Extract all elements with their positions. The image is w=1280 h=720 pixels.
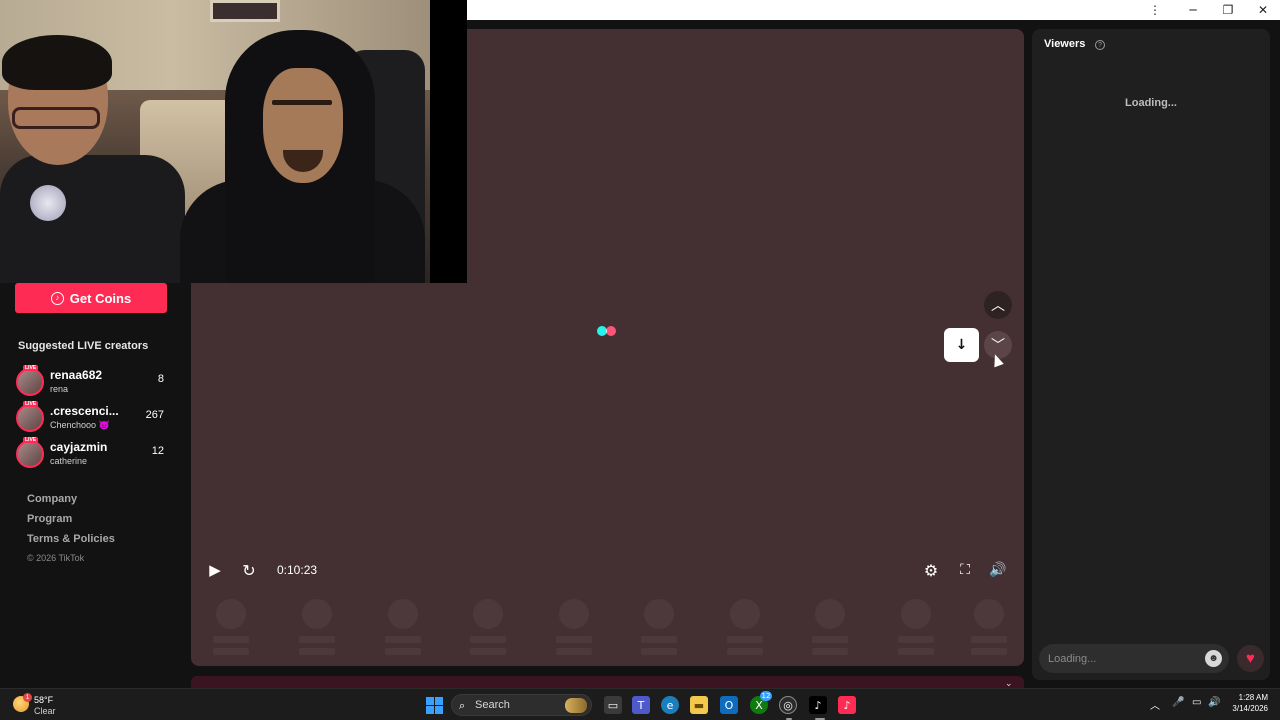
webcam-overlay [0,0,467,283]
fullscreen-icon: ⛶ [960,562,970,578]
viewer-count: 267 [145,409,164,421]
outlook-icon[interactable]: O [720,696,738,714]
creator-nickname: rena [50,384,69,394]
tiktok-icon[interactable]: ♪ [809,696,827,714]
show-hidden-icons[interactable]: ︿ [1150,697,1160,712]
refresh-button[interactable]: ↻ [239,556,259,584]
clock-date: 3/14/2026 [1232,704,1268,713]
heart-icon[interactable]: ♥ [1237,645,1264,672]
avatar [16,440,44,468]
play-button[interactable]: ▶ [205,556,225,584]
gift-bar-placeholder [191,594,1024,666]
settings-button[interactable]: ⚙ [921,556,941,584]
xbox-badge: 12 [760,691,772,701]
app-window: ⋮ ─ ❐ ✕ ♪ Get Coins Suggested LIVE creat… [0,0,1280,689]
gift-skeleton [211,599,251,659]
start-button[interactable] [425,696,443,714]
speaker-icon: 🔊 [989,562,1007,578]
clock-time: 1:28 AM [1238,693,1268,702]
minimize-icon[interactable]: ─ [1176,0,1210,20]
network-icon[interactable]: ▭ [1192,697,1201,708]
gift-skeleton [639,599,679,659]
creator-nickname: Chenchooo 😈 [50,420,110,430]
search-label: Search [475,699,510,711]
creator-name: .crescenci... [50,404,119,418]
elapsed-time: 0:10:23 [277,563,318,577]
volume-button[interactable]: 🔊 [988,556,1008,584]
creator-item[interactable]: LIVE .crescenci... Chenchooo 😈 267 [16,401,168,436]
coin-icon: ♪ [50,291,64,305]
player-controls: ▶ ↻ 0:10:23 ⚙ ⛶ 🔊 [191,556,1024,584]
previous-live-button[interactable]: ︿ [984,291,1012,319]
creator-name: renaa682 [50,368,103,382]
gift-skeleton [725,599,765,659]
copyright-text: © 2026 TikTok [27,553,85,563]
refresh-icon: ↻ [242,560,256,580]
live-badge: LIVE [23,437,39,443]
webcam-feed [0,0,430,283]
question-icon[interactable]: ? [1095,40,1105,50]
teams-icon[interactable]: T [632,696,650,714]
fullscreen-button[interactable]: ⛶ [955,556,975,584]
taskbar: 1 58°F Clear ⌕ Search ▭ T e ▬ O X 12 ◎ ♪… [0,688,1280,720]
footer-link-company[interactable]: Company [27,493,77,505]
search-icon: ⌕ [459,699,466,712]
avatar [16,368,44,396]
search-highlight-icon [565,698,587,713]
viewers-title: Viewers [1044,38,1086,50]
footer-link-program[interactable]: Program [27,513,72,525]
chrome-icon[interactable]: ◎ [779,696,797,714]
gear-icon: ⚙ [923,560,939,580]
weather-widget[interactable]: 1 58°F Clear [13,693,73,717]
left-sidebar: ♪ Get Coins Suggested LIVE creators LIVE… [0,283,185,688]
gift-skeleton [468,599,508,659]
weather-condition: Clear [34,706,56,716]
creator-name: cayjazmin [50,440,108,454]
creator-nickname: catherine [50,456,88,466]
task-view-icon[interactable]: ▭ [604,696,622,714]
viewers-loading-text: Loading... [1125,97,1177,109]
kebab-menu-icon[interactable]: ⋮ [1138,0,1172,20]
gift-skeleton [896,599,936,659]
gift-skeleton [297,599,337,659]
gift-skeleton [810,599,850,659]
taskbar-search[interactable]: ⌕ Search [451,694,592,716]
download-button[interactable]: ↓ [944,328,979,362]
bottom-drawer[interactable] [191,676,1024,688]
chevron-up-icon: ︿ [991,297,1005,313]
notification-badge: 1 [23,693,32,702]
window-titlebar: ⋮ ─ ❐ ✕ [467,0,1280,20]
gift-skeleton [554,599,594,659]
viewers-panel: Viewers ? Loading... ☻ ♥ [1032,29,1270,680]
edge-icon[interactable]: e [661,696,679,714]
get-coins-label: Get Coins [69,290,132,306]
volume-icon[interactable]: 🔊 [1208,697,1220,708]
live-badge: LIVE [23,401,39,407]
chat-input[interactable] [1039,644,1229,673]
emoji-icon[interactable]: ☻ [1205,650,1222,667]
arrow-down-icon: ↓ [955,337,968,353]
tiktok-live-icon[interactable]: ♪ [838,696,856,714]
play-icon: ▶ [209,561,221,579]
microphone-icon[interactable]: 🎤 [1172,697,1184,708]
gift-skeleton [383,599,423,659]
suggested-creators-heading: Suggested LIVE creators [18,340,149,352]
restore-icon[interactable]: ❐ [1211,0,1245,20]
get-coins-button[interactable]: ♪ Get Coins [15,283,167,313]
avatar [16,404,44,432]
viewer-count: 12 [151,445,164,457]
gift-skeleton [969,599,1009,659]
viewer-count: 8 [157,373,164,385]
loader-dot-red [606,326,616,336]
live-badge: LIVE [23,365,39,371]
footer-link-terms[interactable]: Terms & Policies [27,533,115,545]
creator-item[interactable]: LIVE renaa682 rena 8 [16,365,168,400]
loading-spinner [597,326,619,336]
creator-item[interactable]: LIVE cayjazmin catherine 12 [16,437,168,472]
system-clock[interactable]: 1:28 AM 3/14/2026 [1226,693,1268,713]
weather-temperature: 58°F [34,695,54,705]
close-icon[interactable]: ✕ [1246,0,1280,20]
windows-icon [425,696,443,714]
file-explorer-icon[interactable]: ▬ [690,696,708,714]
